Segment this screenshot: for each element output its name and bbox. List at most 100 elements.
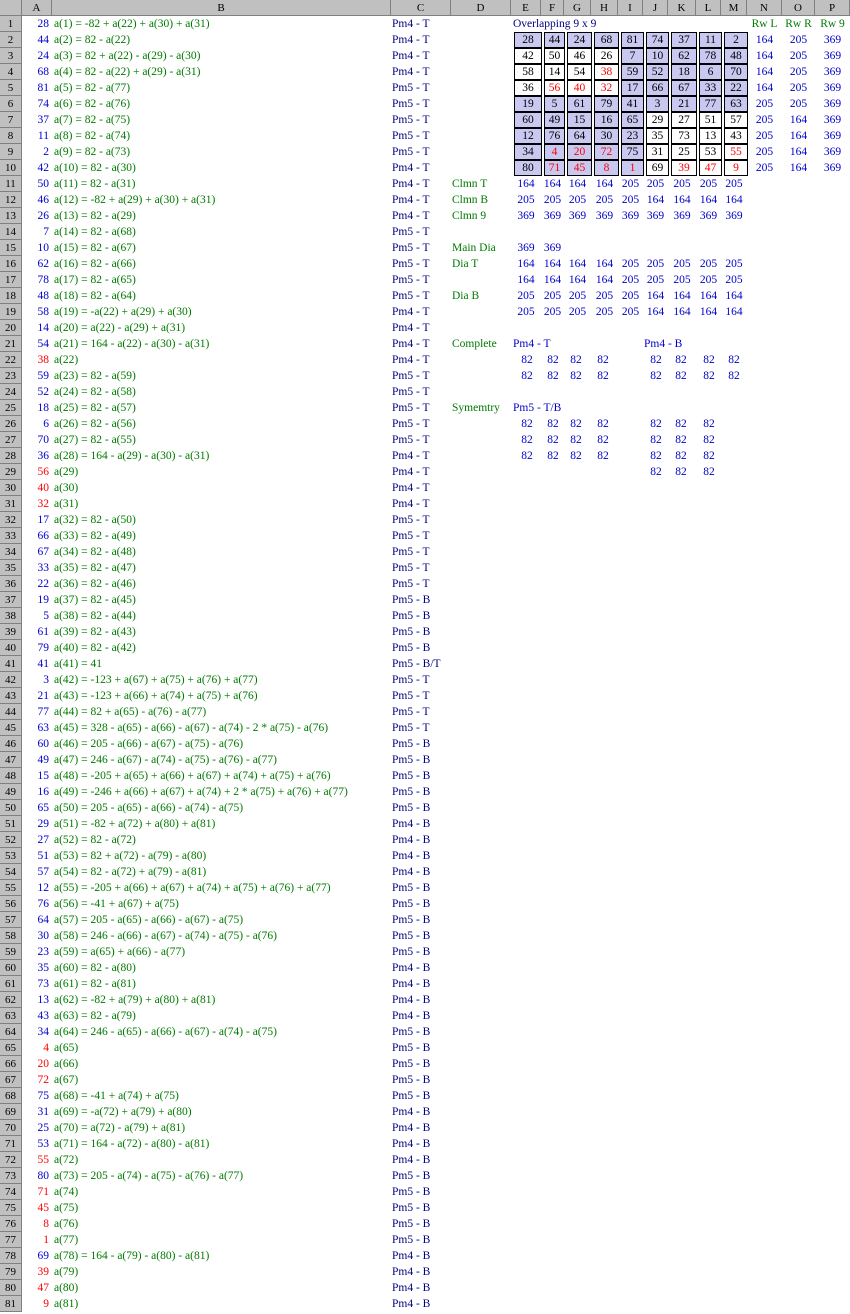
cell-b-formula[interactable]: a(26) = 82 - a(56)	[54, 416, 136, 432]
cell-c-type[interactable]: Pm4 - T	[392, 336, 430, 352]
cell-c-type[interactable]: Pm5 - B	[392, 640, 430, 656]
cell-b-formula[interactable]: a(21) = 164 - a(22) - a(30) - a(31)	[54, 336, 209, 352]
cell-b-formula[interactable]: a(78) = 164 - a(79) - a(80) - a(81)	[54, 1248, 209, 1264]
row-header[interactable]: 16	[0, 256, 22, 272]
cell-b-formula[interactable]: a(16) = 82 - a(66)	[54, 256, 136, 272]
cell-c-type[interactable]: Pm5 - T	[392, 272, 430, 288]
column-sum-value[interactable]: 205	[564, 192, 591, 208]
cell-c-type[interactable]: Pm5 - B	[392, 928, 430, 944]
complete-value[interactable]: 82	[515, 368, 539, 384]
square-cell[interactable]: 64	[567, 128, 592, 144]
diagonal-sum-value[interactable]: 205	[541, 304, 564, 320]
cell-a-value[interactable]: 41	[22, 656, 50, 672]
main-diagonal-value[interactable]: 369	[511, 240, 541, 256]
cell-a-value[interactable]: 7	[22, 224, 49, 240]
square-cell[interactable]: 4	[544, 144, 565, 160]
square-cell[interactable]: 34	[514, 144, 542, 160]
diagonal-sum-value[interactable]: 205	[591, 288, 618, 304]
cell-b-formula[interactable]: a(53) = 82 + a(72) - a(79) - a(80)	[54, 848, 206, 864]
cell-a-value[interactable]: 44	[22, 32, 50, 48]
row-sum-value[interactable]: 205	[747, 112, 782, 128]
cell-b-formula[interactable]: a(65)	[54, 1040, 78, 1056]
cell-c-type[interactable]: Pm5 - B	[392, 752, 430, 768]
cell-a-value[interactable]: 65	[22, 800, 50, 816]
cell-a-value[interactable]: 45	[22, 1200, 50, 1216]
cell-c-type[interactable]: Pm4 - T	[392, 176, 430, 192]
row-header[interactable]: 51	[0, 816, 22, 832]
cell-c-type[interactable]: Pm4 - T	[392, 464, 430, 480]
row-header[interactable]: 10	[0, 160, 22, 176]
symmetry-value[interactable]: 82	[696, 448, 722, 464]
row-header[interactable]: 4	[0, 64, 22, 80]
cell-a-value[interactable]: 64	[22, 912, 50, 928]
row-sum-value[interactable]: 369	[815, 64, 850, 80]
cell-a-value[interactable]: 21	[22, 688, 50, 704]
row-header[interactable]: 11	[0, 176, 22, 192]
cell-b-formula[interactable]: a(12) = -82 + a(29) + a(30) + a(31)	[54, 192, 215, 208]
cell-c-type[interactable]: Pm5 - B/T	[392, 656, 441, 672]
row-header[interactable]: 15	[0, 240, 22, 256]
square-cell[interactable]: 55	[724, 144, 748, 160]
square-cell[interactable]: 36	[514, 80, 542, 96]
cell-b-formula[interactable]: a(33) = 82 - a(49)	[54, 528, 136, 544]
cell-a-value[interactable]: 43	[22, 1008, 50, 1024]
diagonal-sum-value[interactable]: 205	[618, 304, 643, 320]
row-sum-value[interactable]: 369	[815, 32, 850, 48]
cell-a-value[interactable]: 79	[22, 640, 50, 656]
complete-value[interactable]: 82	[696, 352, 722, 368]
square-cell[interactable]: 15	[567, 112, 592, 128]
row-header[interactable]: 24	[0, 384, 22, 400]
cell-a-value[interactable]: 35	[22, 960, 50, 976]
row-header[interactable]: 72	[0, 1152, 22, 1168]
square-cell[interactable]: 14	[544, 64, 565, 80]
row-header[interactable]: 9	[0, 144, 22, 160]
cell-b-formula[interactable]: a(62) = -82 + a(79) + a(80) + a(81)	[54, 992, 215, 1008]
row-sum-value[interactable]: 164	[782, 128, 815, 144]
square-cell[interactable]: 73	[671, 128, 697, 144]
row-header[interactable]: 49	[0, 784, 22, 800]
diagonal-sum-value[interactable]: 164	[721, 288, 747, 304]
cell-c-type[interactable]: Pm4 - B	[392, 1248, 430, 1264]
cell-b-formula[interactable]: a(48) = -205 + a(65) + a(66) + a(67) + a…	[54, 768, 331, 784]
cell-c-type[interactable]: Pm4 - T	[392, 480, 430, 496]
square-cell[interactable]: 75	[621, 144, 644, 160]
cell-a-value[interactable]: 49	[22, 752, 50, 768]
cell-b-formula[interactable]: a(46) = 205 - a(66) - a(67) - a(75) - a(…	[54, 736, 243, 752]
diagonal-sum-value[interactable]: 164	[696, 304, 721, 320]
cell-b-formula[interactable]: a(30)	[54, 480, 78, 496]
column-sum-value[interactable]: 205	[721, 176, 747, 192]
column-header-o[interactable]: O	[782, 0, 815, 16]
column-header-d[interactable]: D	[451, 0, 511, 16]
square-cell[interactable]: 60	[514, 112, 542, 128]
cell-c-type[interactable]: Pm5 - B	[392, 1040, 430, 1056]
cell-a-value[interactable]: 73	[22, 976, 50, 992]
square-cell[interactable]: 72	[594, 144, 619, 160]
square-cell[interactable]: 29	[646, 112, 669, 128]
row-header[interactable]: 66	[0, 1056, 22, 1072]
cell-a-value[interactable]: 71	[22, 1184, 50, 1200]
square-cell[interactable]: 52	[646, 64, 669, 80]
square-cell[interactable]: 76	[544, 128, 565, 144]
column-sum-value[interactable]: 369	[643, 208, 668, 224]
row-sum-value[interactable]: 164	[747, 64, 782, 80]
cell-b-formula[interactable]: a(39) = 82 - a(43)	[54, 624, 136, 640]
cell-a-value[interactable]: 68	[22, 64, 50, 80]
cell-b-formula[interactable]: a(61) = 82 - a(81)	[54, 976, 136, 992]
cell-b-formula[interactable]: a(20) = a(22) - a(29) + a(31)	[54, 320, 185, 336]
cell-c-type[interactable]: Pm5 - B	[392, 1216, 430, 1232]
cell-b-formula[interactable]: a(52) = 82 - a(72)	[54, 832, 136, 848]
cell-c-type[interactable]: Pm4 - T	[392, 48, 430, 64]
column-sum-value[interactable]: 369	[618, 208, 643, 224]
cell-a-value[interactable]: 48	[22, 288, 50, 304]
cell-a-value[interactable]: 30	[22, 928, 50, 944]
symmetry-value[interactable]: 82	[696, 464, 722, 480]
diagonal-sum-value[interactable]: 205	[618, 288, 643, 304]
column-header-a[interactable]: A	[22, 0, 52, 16]
cell-b-formula[interactable]: a(50) = 205 - a(65) - a(66) - a(74) - a(…	[54, 800, 243, 816]
row-header[interactable]: 73	[0, 1168, 22, 1184]
cell-a-value[interactable]: 70	[22, 432, 50, 448]
column-sum-value[interactable]: 205	[511, 192, 541, 208]
cell-c-type[interactable]: Pm5 - T	[392, 384, 430, 400]
row-header[interactable]: 21	[0, 336, 22, 352]
square-cell[interactable]: 1	[621, 160, 644, 176]
